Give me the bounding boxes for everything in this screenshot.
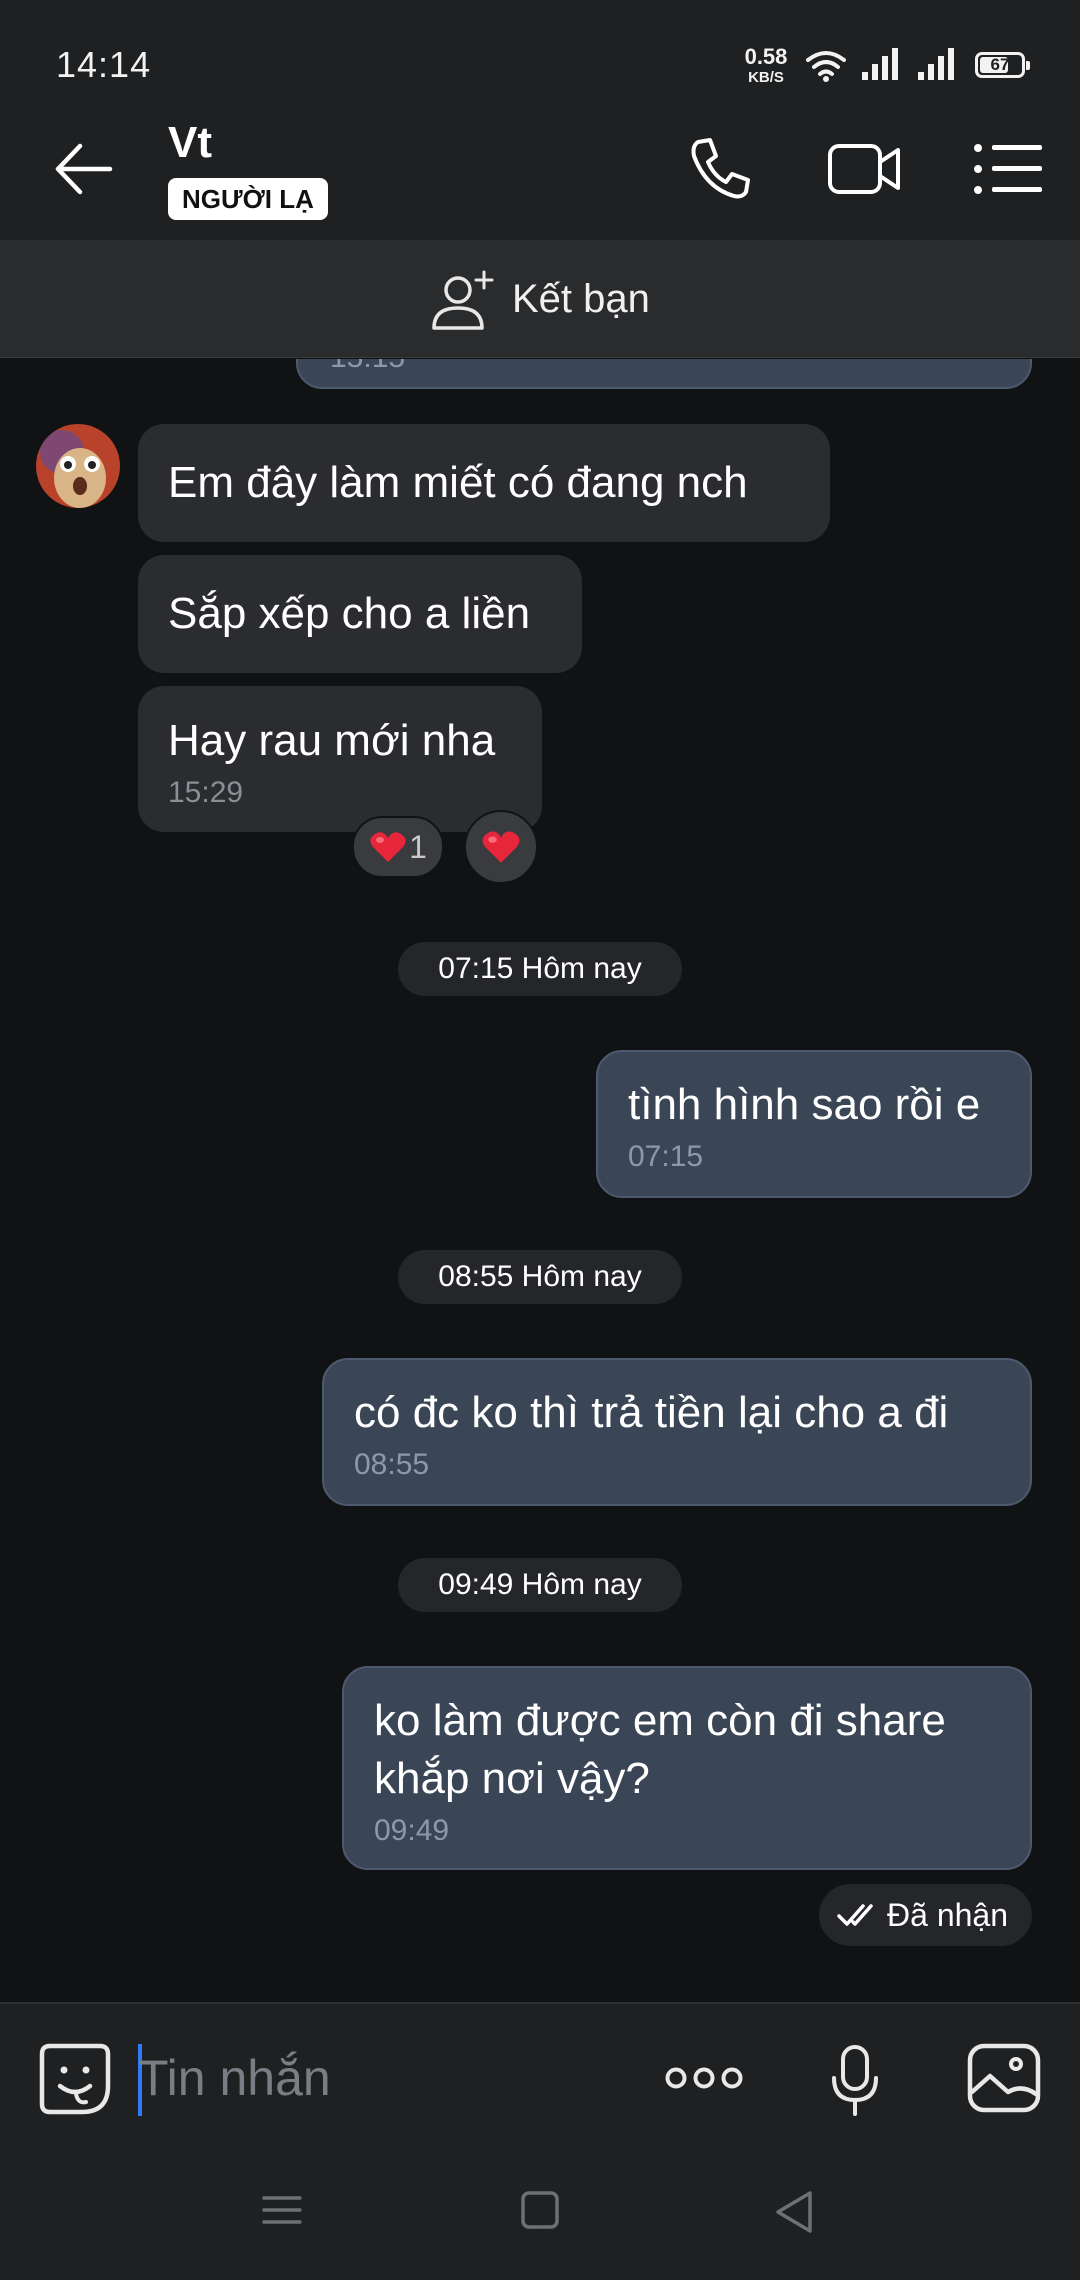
status-time: 14:14 [56, 44, 152, 85]
message-text: Em đây làm miết có đang nch [168, 458, 748, 507]
chat-header: Vt NGƯỜI LẠ [0, 96, 1080, 240]
heart-icon [370, 832, 406, 862]
add-friend-bar[interactable]: Kết bạn [0, 240, 1080, 358]
add-friend-label: Kết bạn [512, 276, 650, 321]
back-arrow-icon[interactable] [50, 136, 116, 202]
menu-list-icon[interactable] [970, 134, 1046, 204]
date-separator: 08:55 Hôm nay [398, 1250, 682, 1304]
message-bubble-incoming[interactable]: Hay rau mới nha 15:29 [138, 686, 542, 832]
battery-level: 67 [990, 55, 1010, 74]
message-list[interactable]: 15:15 Em đây làm miết có đang nch Sắp xế… [0, 359, 1080, 2002]
microphone-icon[interactable] [830, 2044, 880, 2118]
network-speed-value: 0.58 [744, 44, 788, 69]
back-icon[interactable] [774, 2190, 814, 2234]
message-time: 15:15 [330, 359, 405, 375]
network-speed: 0.58 KB/S [738, 44, 794, 86]
contact-name[interactable]: Vt [168, 118, 212, 168]
message-bubble-outgoing[interactable]: ko làm được em còn đi share khắp nơi vậy… [342, 1666, 1032, 1870]
message-text: Sắp xếp cho a liền [168, 589, 531, 638]
status-bar: 14:14 0.58 KB/S 67 [0, 0, 1080, 96]
heart-icon [482, 831, 520, 863]
message-time: 07:15 [628, 1140, 704, 1173]
recent-apps-icon[interactable] [262, 2190, 302, 2230]
delivery-status: Đã nhận [819, 1884, 1032, 1946]
message-bubble-incoming[interactable]: Sắp xếp cho a liền [138, 555, 582, 673]
reaction-summary[interactable]: 1 [352, 816, 444, 878]
home-icon[interactable] [520, 2190, 560, 2230]
signal-icon [918, 48, 954, 80]
message-text: Hay rau mới nha [168, 716, 496, 765]
more-dots-icon[interactable] [664, 2064, 744, 2092]
message-bubble-outgoing[interactable]: có đc ko thì trả tiền lại cho a đi 08:55 [322, 1358, 1032, 1506]
delivery-status-label: Đã nhận [887, 1896, 1008, 1933]
message-text: ko làm được em còn đi share khắp nơi vậy… [374, 1696, 946, 1803]
composer-bar [0, 2002, 1080, 2150]
sticker-icon[interactable] [38, 2042, 112, 2116]
avatar-image [36, 424, 120, 508]
message-bubble-incoming[interactable]: Em đây làm miết có đang nch [138, 424, 830, 542]
message-text: tình hình sao rồi e [628, 1080, 981, 1129]
react-heart-button[interactable] [464, 810, 538, 884]
reaction-count: 1 [409, 828, 427, 865]
stranger-badge: NGƯỜI LẠ [168, 178, 328, 220]
message-time: 15:29 [168, 776, 244, 809]
add-friend-button[interactable]: Kết bạn [430, 268, 650, 330]
message-input[interactable] [138, 2036, 618, 2120]
add-person-icon [432, 270, 494, 330]
phone-icon[interactable] [684, 134, 760, 204]
message-bubble-outgoing[interactable]: tình hình sao rồi e 07:15 [596, 1050, 1032, 1198]
wifi-icon [806, 51, 846, 82]
contact-avatar[interactable] [36, 424, 120, 508]
battery-icon: 67 [975, 52, 1030, 78]
message-bubble-outgoing[interactable]: 15:15 [296, 359, 1032, 389]
message-time: 09:49 [374, 1814, 450, 1847]
video-camera-icon[interactable] [826, 134, 902, 204]
image-icon[interactable] [966, 2042, 1042, 2114]
date-separator: 07:15 Hôm nay [398, 942, 682, 996]
system-nav-bar [0, 2150, 1080, 2280]
message-text: có đc ko thì trả tiền lại cho a đi [354, 1388, 949, 1437]
signal-icon [862, 48, 898, 80]
double-check-icon [837, 1904, 873, 1926]
network-speed-unit: KB/S [748, 69, 784, 86]
date-separator: 09:49 Hôm nay [398, 1558, 682, 1612]
message-time: 08:55 [354, 1448, 430, 1481]
